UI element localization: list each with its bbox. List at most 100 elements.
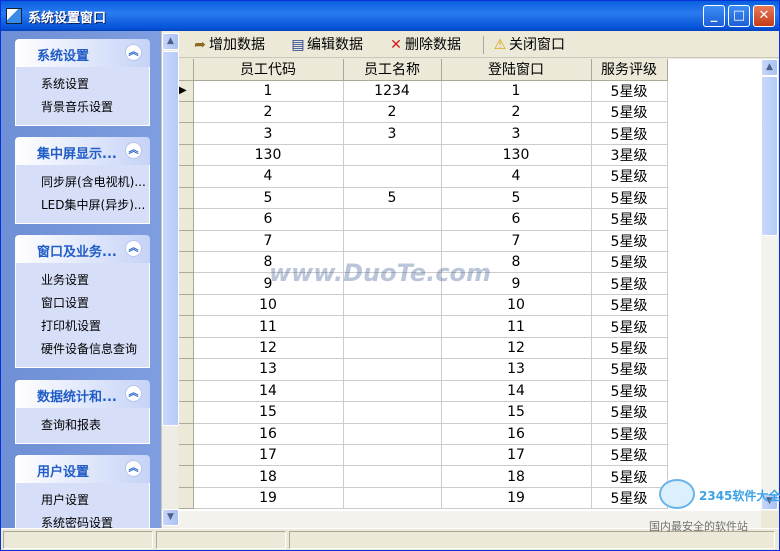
cell-rating[interactable]: 5星级 [591,230,668,253]
cell-rating[interactable]: 5星级 [591,401,668,424]
column-header-name[interactable]: 员工名称 [343,59,442,81]
cell-rating[interactable]: 5星级 [591,423,668,445]
sidebar-item-bg-music[interactable]: 背景音乐设置 [16,96,149,119]
cell-rating[interactable]: 5星级 [591,187,668,210]
cell-window[interactable]: 13 [441,358,592,381]
row-indicator[interactable] [179,230,194,253]
add-data-button[interactable]: ➦ 增加数据 [191,35,265,55]
row-indicator[interactable] [179,487,194,510]
cell-name[interactable] [343,165,442,188]
table-row[interactable]: 12 12 5星级 [179,337,668,360]
cell-code[interactable]: 4 [193,165,344,188]
cell-window[interactable]: 15 [441,401,592,424]
cell-code[interactable]: 6 [193,208,344,231]
cell-code[interactable]: 12 [193,337,344,360]
cell-name[interactable] [343,230,442,253]
cell-name[interactable] [343,315,442,338]
cell-window[interactable]: 18 [441,465,592,488]
scroll-thumb[interactable] [761,76,778,236]
table-row[interactable]: 3 3 3 5星级 [179,122,668,145]
cell-rating[interactable]: 5星级 [591,444,668,467]
scroll-thumb[interactable] [162,51,179,426]
collapse-icon[interactable]: ︽ [125,460,142,477]
cell-window[interactable]: 2 [441,101,592,124]
row-indicator[interactable] [179,144,194,167]
cell-name[interactable] [343,465,442,488]
table-row[interactable]: 4 4 5星级 [179,165,668,188]
cell-name[interactable]: 5 [343,187,442,210]
cell-rating[interactable]: 3星级 [591,144,668,167]
cell-code[interactable]: 16 [193,423,344,445]
cell-name[interactable]: 2 [343,101,442,124]
cell-window[interactable]: 1 [441,80,592,102]
table-row[interactable]: 7 7 5星级 [179,230,668,253]
edit-data-button[interactable]: ▤ 编辑数据 [289,35,363,55]
cell-name[interactable] [343,380,442,403]
cell-code[interactable]: 18 [193,465,344,488]
close-window-button[interactable]: ⚠ 关闭窗口 [491,35,565,55]
row-indicator[interactable] [179,444,194,467]
row-indicator[interactable] [179,101,194,124]
cell-code[interactable]: 2 [193,101,344,124]
sidebar-scrollbar[interactable]: ▲ ▼ [161,31,179,528]
row-indicator[interactable] [179,423,194,445]
row-indicator[interactable] [179,465,194,488]
sidebar-item-led-screen[interactable]: LED集中屏(异步)... [16,194,149,217]
group-header[interactable]: 用户设置 ︽ [15,455,150,483]
cell-code[interactable]: 3 [193,122,344,145]
cell-code[interactable]: 15 [193,401,344,424]
row-indicator[interactable] [179,208,194,231]
sidebar-item-hardware[interactable]: 硬件设备信息查询 [16,338,149,361]
cell-name[interactable] [343,444,442,467]
column-header-window[interactable]: 登陆窗口 [441,59,592,81]
group-header[interactable]: 系统设置 ︽ [15,39,150,67]
cell-code[interactable]: 130 [193,144,344,167]
cell-rating[interactable]: 5星级 [591,165,668,188]
cell-code[interactable]: 17 [193,444,344,467]
cell-rating[interactable]: 5星级 [591,208,668,231]
cell-rating[interactable]: 5星级 [591,380,668,403]
cell-window[interactable]: 5 [441,187,592,210]
row-indicator[interactable] [179,187,194,210]
cell-code[interactable]: 11 [193,315,344,338]
cell-name[interactable] [343,487,442,510]
cell-rating[interactable]: 5星级 [591,80,668,102]
cell-rating[interactable]: 5星级 [591,294,668,317]
sidebar-item-password[interactable]: 系统密码设置 [16,512,149,528]
table-row[interactable]: 15 15 5星级 [179,401,668,424]
table-row[interactable]: 6 6 5星级 [179,208,668,231]
cell-code[interactable]: 19 [193,487,344,510]
cell-code[interactable]: 7 [193,230,344,253]
collapse-icon[interactable]: ︽ [125,385,142,402]
cell-name[interactable] [343,294,442,317]
table-row[interactable]: 130 130 3星级 [179,144,668,167]
row-indicator[interactable] [179,315,194,338]
table-row[interactable]: 13 13 5星级 [179,358,668,381]
group-header[interactable]: 集中屏显示... ︽ [15,137,150,165]
cell-rating[interactable]: 5星级 [591,315,668,338]
minimize-button[interactable]: _ [703,5,725,27]
cell-name[interactable] [343,337,442,360]
cell-code[interactable]: 13 [193,358,344,381]
sidebar-item-sync-screen[interactable]: 同步屏(含电视机)... [16,171,149,194]
scroll-up-icon[interactable]: ▲ [162,33,179,50]
table-row[interactable]: ▶ 1 1234 1 5星级 [179,80,668,102]
cell-name[interactable] [343,358,442,381]
cell-name[interactable] [343,401,442,424]
title-bar[interactable]: 系统设置窗口 _ □ ✕ [1,1,779,31]
cell-code[interactable]: 5 [193,187,344,210]
cell-name[interactable] [343,144,442,167]
row-indicator[interactable] [179,294,194,317]
table-row[interactable]: 11 11 5星级 [179,315,668,338]
row-indicator[interactable]: ▶ [179,80,194,102]
sidebar-item-printer[interactable]: 打印机设置 [16,315,149,338]
grid-vertical-scrollbar[interactable]: ▲ ▼ [761,59,778,511]
maximize-button[interactable]: □ [728,5,750,27]
sidebar-item-business[interactable]: 业务设置 [16,269,149,292]
group-header[interactable]: 数据统计和... ︽ [15,380,150,408]
table-row[interactable]: 2 2 2 5星级 [179,101,668,124]
row-indicator[interactable] [179,165,194,188]
cell-rating[interactable]: 5星级 [591,122,668,145]
cell-rating[interactable]: 5星级 [591,358,668,381]
cell-window[interactable]: 14 [441,380,592,403]
